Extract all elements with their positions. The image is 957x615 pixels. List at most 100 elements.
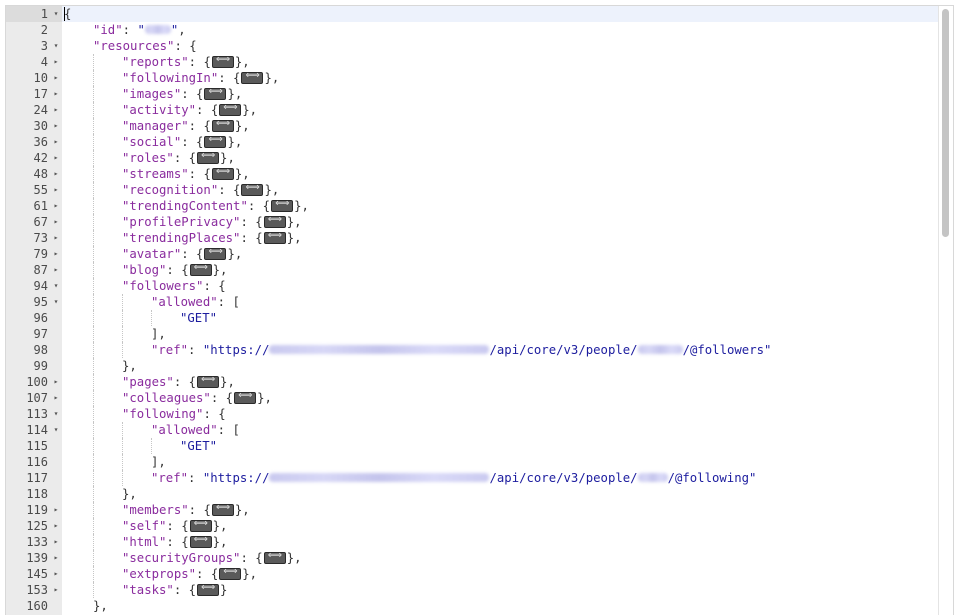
fold-collapsed-icon[interactable]: ▸: [52, 246, 60, 262]
code-text: },: [64, 358, 137, 374]
code-line: 133▸"html": {},: [6, 534, 939, 550]
fold-collapsed-icon[interactable]: ▸: [52, 390, 60, 406]
code-text: "pages": {},: [64, 374, 235, 390]
collapsed-object-icon[interactable]: [204, 134, 227, 148]
collapsed-object-icon[interactable]: [204, 86, 227, 100]
fold-expanded-icon[interactable]: ▾: [52, 6, 60, 22]
collapsed-object-icon[interactable]: [263, 230, 286, 244]
fold-expanded-icon[interactable]: ▾: [52, 294, 60, 310]
collapsed-object-icon[interactable]: [219, 102, 242, 116]
collapsed-object-icon[interactable]: [263, 214, 286, 228]
indent-guide: [93, 454, 94, 470]
json-key: "trendingContent": [122, 199, 248, 213]
code-text: "profilePrivacy": {},: [64, 214, 302, 230]
fold-expanded-icon[interactable]: ▾: [52, 38, 60, 54]
fold-collapsed-icon[interactable]: ▸: [52, 518, 60, 534]
line-number: 114: [26, 423, 48, 437]
indent-guide: [93, 294, 94, 310]
indent-guide: [122, 422, 123, 438]
collapsed-object-icon[interactable]: [241, 70, 264, 84]
scrollbar-thumb[interactable]: [942, 9, 949, 237]
collapsed-object-icon[interactable]: [189, 262, 212, 276]
json-punctuation: ],: [151, 327, 166, 341]
fold-collapsed-icon[interactable]: ▸: [52, 54, 60, 70]
collapsed-object-icon[interactable]: [241, 182, 264, 196]
json-key: "members": [122, 503, 189, 517]
code-line: 99},: [6, 358, 939, 374]
fold-collapsed-icon[interactable]: ▸: [52, 182, 60, 198]
json-key: "blog": [122, 263, 167, 277]
vertical-scrollbar[interactable]: [938, 6, 953, 615]
code-text: "allowed": [: [64, 422, 240, 438]
indent-guide: [93, 486, 94, 502]
fold-expanded-icon[interactable]: ▾: [52, 406, 60, 422]
line-number: 73: [33, 231, 48, 245]
fold-expanded-icon[interactable]: ▾: [52, 278, 60, 294]
fold-collapsed-icon[interactable]: ▸: [52, 550, 60, 566]
json-punctuation: : {: [196, 103, 219, 117]
json-string: /api/core/v3/people/: [489, 471, 638, 485]
redacted-text: [637, 473, 668, 482]
collapsed-object-icon[interactable]: [219, 566, 242, 580]
json-punctuation: },: [227, 87, 243, 101]
fold-collapsed-icon[interactable]: ▸: [52, 166, 60, 182]
json-key: "avatar": [122, 247, 182, 261]
collapsed-object-icon[interactable]: [197, 150, 220, 164]
code-line: 114 ▾ "allowed": [: [6, 422, 939, 438]
collapsed-object-icon[interactable]: [263, 550, 286, 564]
code-line: 94 ▾ "followers": {: [6, 278, 939, 294]
indent-guide: [93, 214, 94, 230]
json-punctuation: :: [122, 23, 138, 37]
fold-collapsed-icon[interactable]: ▸: [52, 86, 60, 102]
fold-collapsed-icon[interactable]: ▸: [52, 502, 60, 518]
fold-collapsed-icon[interactable]: ▸: [52, 118, 60, 134]
gutter-cell: 160: [6, 598, 62, 614]
fold-collapsed-icon[interactable]: ▸: [52, 134, 60, 150]
json-key: "activity": [122, 103, 197, 117]
code-line: 30▸"manager": {},: [6, 118, 939, 134]
json-punctuation: : {: [247, 199, 271, 213]
collapsed-object-icon[interactable]: [197, 374, 220, 388]
code-line: 119▸"members": {},: [6, 502, 939, 518]
collapsed-object-icon[interactable]: [271, 198, 294, 212]
indent-guide: [93, 166, 94, 182]
gutter-cell: 24 ▸: [6, 102, 62, 118]
collapsed-object-icon[interactable]: [211, 502, 234, 516]
fold-collapsed-icon[interactable]: ▸: [52, 150, 60, 166]
json-punctuation: : {: [181, 87, 204, 101]
line-number: 100: [26, 375, 48, 389]
gutter-cell: 36 ▸: [6, 134, 62, 150]
json-punctuation: },: [264, 71, 280, 85]
collapsed-object-icon[interactable]: [234, 390, 257, 404]
code-line: 42▸"roles": {},: [6, 150, 939, 166]
json-key: "allowed": [151, 295, 218, 309]
fold-collapsed-icon[interactable]: ▸: [52, 262, 60, 278]
collapsed-object-icon[interactable]: [189, 534, 212, 548]
code-text: "resources": {: [64, 38, 197, 54]
json-code-editor[interactable]: 1 ▾{2 "id": " ", 3 ▾ "resources": {4 ▸ "reports"…: [5, 5, 954, 615]
json-key: "social": [122, 135, 182, 149]
collapsed-object-icon[interactable]: [211, 118, 234, 132]
fold-collapsed-icon[interactable]: ▸: [52, 230, 60, 246]
fold-collapsed-icon[interactable]: ▸: [52, 374, 60, 390]
indent-guide: [93, 310, 94, 326]
collapsed-object-icon[interactable]: [204, 246, 227, 260]
fold-collapsed-icon[interactable]: ▸: [52, 214, 60, 230]
collapsed-object-icon[interactable]: [197, 582, 220, 596]
collapsed-object-icon[interactable]: [211, 166, 234, 180]
fold-collapsed-icon[interactable]: ▸: [52, 582, 60, 598]
fold-collapsed-icon[interactable]: ▸: [52, 198, 60, 214]
fold-expanded-icon[interactable]: ▾: [52, 422, 60, 438]
fold-collapsed-icon[interactable]: ▸: [52, 566, 60, 582]
indent-guide: [93, 262, 94, 278]
collapsed-object-icon[interactable]: [211, 54, 234, 68]
collapsed-object-icon[interactable]: [189, 518, 212, 532]
code-text: "streams": {},: [64, 166, 250, 182]
code-text: "extprops": {},: [64, 566, 257, 582]
fold-collapsed-icon[interactable]: ▸: [52, 70, 60, 86]
fold-collapsed-icon[interactable]: ▸: [52, 534, 60, 550]
json-key: "ref": [151, 471, 189, 485]
fold-collapsed-icon[interactable]: ▸: [52, 102, 60, 118]
line-number: 1: [40, 7, 48, 21]
indent-guide: [122, 470, 123, 486]
